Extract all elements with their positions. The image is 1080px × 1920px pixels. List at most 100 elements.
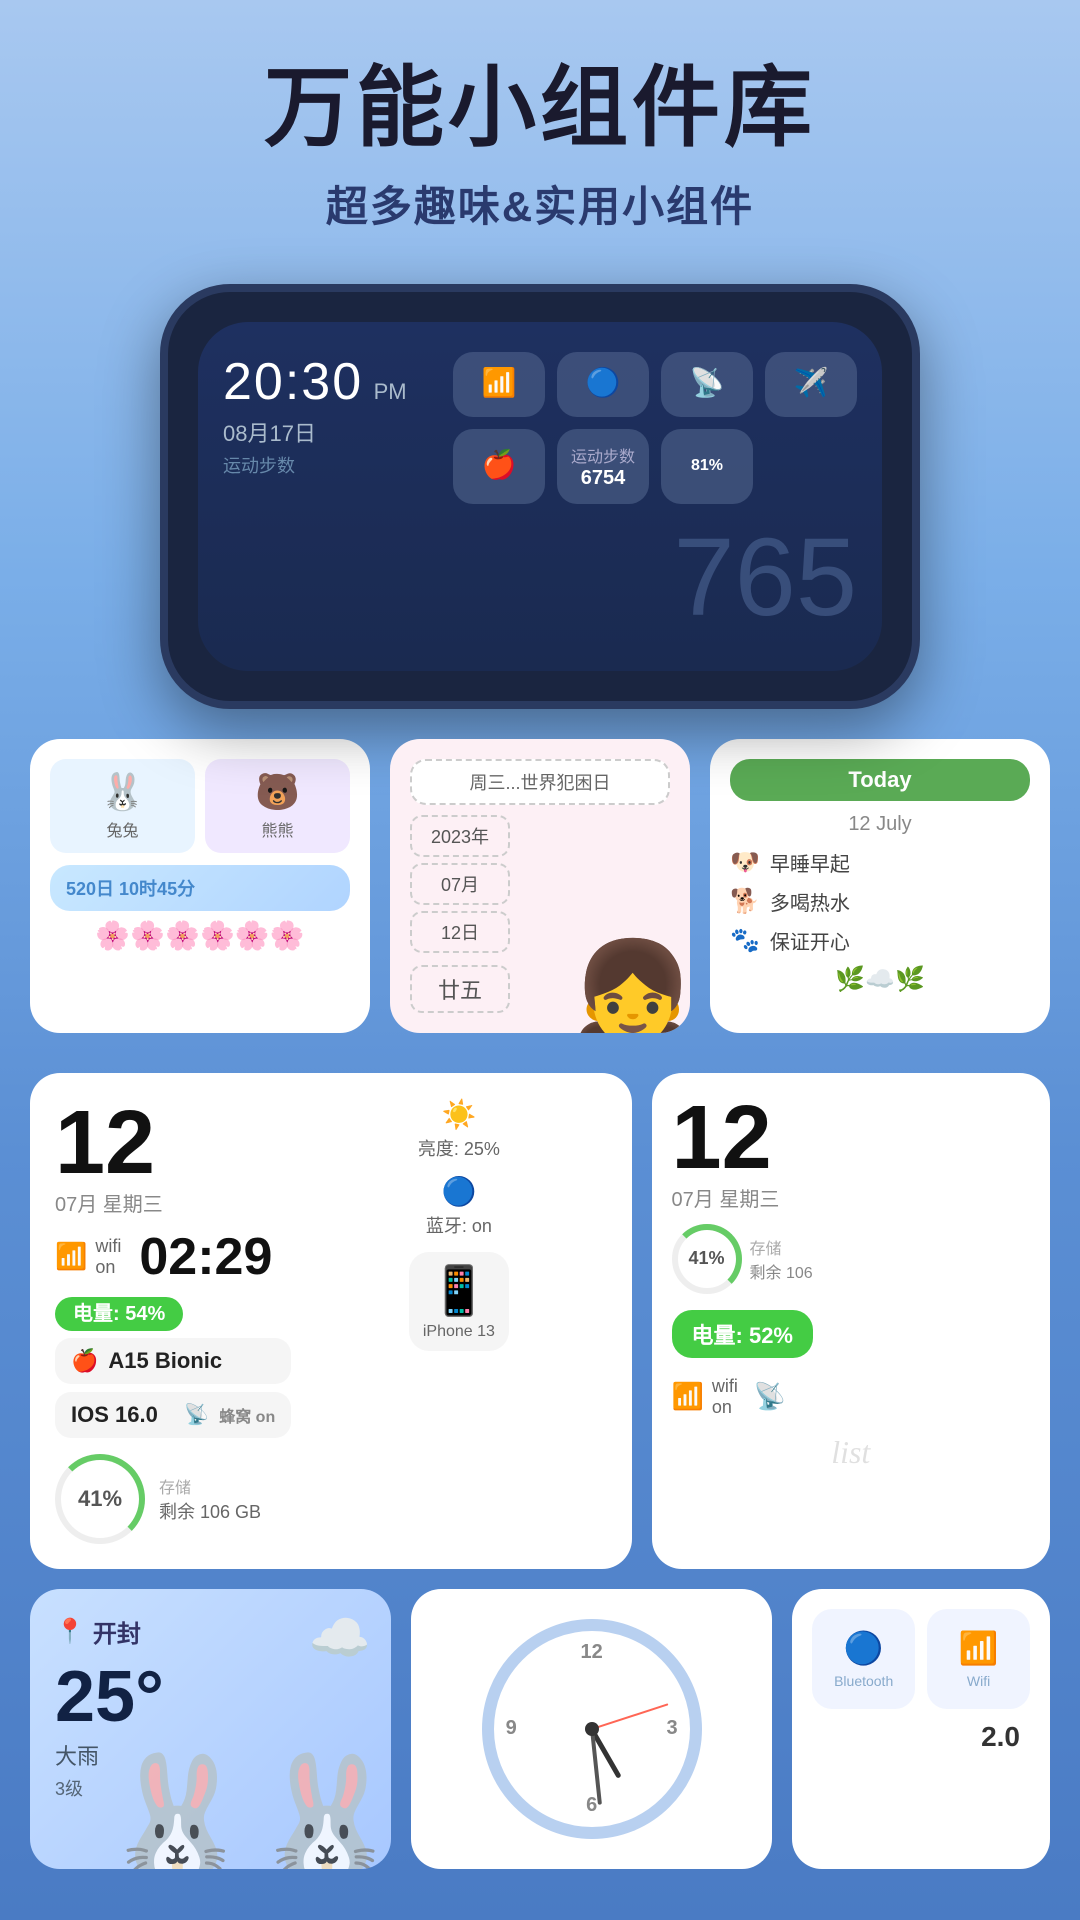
flowers-deco: 🌸🌸🌸🌸🌸🌸 (50, 919, 350, 952)
partial-right-widget: 12 07月 星期三 41% 存储 剩余 106 电量: 52% 📶 wifi … (652, 1073, 1050, 1569)
animal-card-rabbit: 🐰 兔兔 (50, 759, 195, 853)
task-item-1: 🐶 早睡早起 (730, 848, 1030, 877)
wifi-btn-icon: 📶 (959, 1629, 999, 1667)
small-btn-row-top: 🔵 Bluetooth 📶 Wifi (812, 1609, 1030, 1709)
bt-icon: 🔵 (586, 366, 621, 399)
small-num: 2.0 (981, 1721, 1020, 1753)
widget-today: Today 12 July 🐶 早睡早起 🐕 多喝热水 🐾 保证开心 🌿☁️🌿 (710, 739, 1050, 1033)
cc-steps[interactable]: 运动步数 6754 (557, 429, 649, 504)
big-date-left: 12 (55, 1098, 291, 1188)
task-item-2: 🐕 多喝热水 (730, 887, 1030, 916)
cal-lunar: 廿五 (410, 965, 510, 1013)
cc-apple[interactable]: 🍎 (453, 429, 545, 504)
big-date-right: 12 (672, 1093, 1030, 1183)
today-date: 12 July (730, 813, 1030, 836)
phone-time-row: 20:30 PM 08月17日 运动步数 📶 🔵 📡 (223, 352, 857, 504)
bear-name: 熊熊 (217, 817, 338, 841)
bluetooth-btn-icon: 🔵 (844, 1629, 884, 1667)
cc-airplane[interactable]: ✈️ (765, 352, 857, 417)
rabbit-name: 兔兔 (62, 817, 183, 841)
phone-steps-label: 运动步数 (223, 452, 407, 478)
phone-big-num: 765 (223, 514, 857, 641)
storage-label: 剩余 106 GB (159, 1498, 261, 1524)
task-text-2: 多喝热水 (770, 887, 850, 916)
task-item-3: 🐾 保证开心 (730, 926, 1030, 955)
remain-right: 剩余 106 (750, 1259, 813, 1283)
bottom-row: 📍 开封 ☁️ 25° 大雨 3级 🐰🐰 12 3 6 9 🔵 Bluetoot… (0, 1589, 1080, 1899)
clock-center-dot (585, 1722, 599, 1736)
apple-icon: 🍎 (482, 448, 517, 481)
cell-label: 蜂窝 on (219, 1403, 275, 1427)
storage-circle: 41% (55, 1454, 145, 1544)
clock-6: 6 (586, 1794, 597, 1817)
cc-airdrop[interactable]: 📡 (661, 352, 753, 417)
cc-wifi[interactable]: 📶 (453, 352, 545, 417)
signal-icon-right: 📡 (754, 1381, 786, 1412)
clock-widget: 12 3 6 9 (411, 1589, 772, 1869)
location-text: 开封 (93, 1614, 141, 1649)
wifi-label-right: wifi on (712, 1376, 738, 1418)
speech-bubble: 周三...世界犯困日 (410, 759, 670, 805)
widgets-section: 🐰 兔兔 🐻 熊熊 520日 10时45分 🌸🌸🌸🌸🌸🌸 周三...世界犯困日 … (0, 709, 1080, 1073)
countdown-bar: 520日 10时45分 (50, 865, 350, 911)
small-date-right: 07月 星期三 (672, 1183, 1030, 1212)
widget-animals: 🐰 兔兔 🐻 熊熊 520日 10时45分 🌸🌸🌸🌸🌸🌸 (30, 739, 370, 1033)
storage-circle-right: 41% (672, 1224, 742, 1294)
script-text: list (672, 1434, 1030, 1471)
storage-pct-right: 41% (689, 1248, 725, 1269)
cal-year: 2023年 (410, 815, 510, 857)
main-info-widget: 12 07月 星期三 📶 wifi on 02:29 电量: 54% 🍎 A15… (30, 1073, 632, 1569)
main-title: 万能小组件库 (40, 60, 1040, 157)
steps-label: 运动步数 (571, 443, 635, 467)
phone-image-box: 📱 iPhone 13 (409, 1252, 509, 1351)
weather-widget: 📍 开封 ☁️ 25° 大雨 3级 🐰🐰 (30, 1589, 391, 1869)
brightness-icon: ☀️ (441, 1098, 476, 1131)
location-pin-icon: 📍 (55, 1617, 85, 1646)
phone-time: 20:30 PM (223, 352, 407, 412)
clock-face: 12 3 6 9 (482, 1619, 702, 1839)
os-label: IOS 16.0 (71, 1402, 158, 1428)
weather-location: 📍 开封 ☁️ (55, 1614, 366, 1649)
chip-label: A15 Bionic (108, 1348, 222, 1374)
weather-temp: 25° (55, 1661, 366, 1733)
wifi-btn[interactable]: 📶 Wifi (927, 1609, 1030, 1709)
wifi-label-left: wifi on (95, 1236, 121, 1278)
bluetooth-btn-label: Bluetooth (834, 1673, 893, 1689)
small-buttons-widget: 🔵 Bluetooth 📶 Wifi 2.0 (792, 1589, 1050, 1869)
clock-3: 3 (667, 1717, 678, 1740)
wifi-icon-right: 📶 (672, 1381, 704, 1412)
sub-title: 超多趣味&实用小组件 (40, 173, 1040, 234)
time-display: 02:29 (139, 1227, 272, 1287)
phone-screen: 20:30 PM 08月17日 运动步数 📶 🔵 📡 (198, 322, 882, 671)
weather-deco: 🐰🐰 (102, 1749, 391, 1869)
battery-pct: 81% (691, 457, 723, 475)
small-date-left: 07月 星期三 (55, 1188, 291, 1217)
bluetooth-btn[interactable]: 🔵 Bluetooth (812, 1609, 915, 1709)
clouds-deco: ☁️ (309, 1609, 371, 1668)
bluetooth-label: 蓝牙: on (426, 1212, 492, 1238)
phone-mockup-section: 20:30 PM 08月17日 运动步数 📶 🔵 📡 (0, 264, 1080, 709)
animal-card-bear: 🐻 熊熊 (205, 759, 350, 853)
phone-model-label: iPhone 13 (423, 1323, 495, 1341)
clock-sec-hand (591, 1703, 668, 1730)
info-section: 12 07月 星期三 📶 wifi on 02:29 电量: 54% 🍎 A15… (0, 1073, 1080, 1589)
airplane-icon: ✈️ (794, 366, 829, 399)
battery-left: 电量: 54% (55, 1297, 183, 1331)
airdrop-icon: 📡 (690, 366, 725, 399)
anime-girl-deco: 👧 (570, 943, 690, 1033)
clock-9: 9 (506, 1717, 517, 1740)
cal-month: 07月 (410, 863, 510, 905)
widget-anime: 周三...世界犯困日 2023年 07月 12日 廿五 👧 (390, 739, 690, 1033)
widgets-row-1: 🐰 兔兔 🐻 熊熊 520日 10时45分 🌸🌸🌸🌸🌸🌸 周三...世界犯困日 … (30, 739, 1050, 1033)
control-center: 📶 🔵 📡 ✈️ 🍎 运动步数 (453, 352, 857, 504)
cc-bluetooth[interactable]: 🔵 (557, 352, 649, 417)
storage-pct: 41% (78, 1486, 122, 1512)
today-header: Today (730, 759, 1030, 801)
brightness-label: 亮度: 25% (418, 1135, 500, 1161)
cc-battery[interactable]: 81% (661, 429, 753, 504)
phone-date: 08月17日 (223, 416, 407, 448)
bluetooth-icon: 🔵 (441, 1175, 476, 1208)
header-section: 万能小组件库 超多趣味&实用小组件 (0, 0, 1080, 264)
cal-day: 12日 (410, 911, 510, 953)
calendar-boxes: 2023年 07月 12日 廿五 (410, 815, 510, 1013)
